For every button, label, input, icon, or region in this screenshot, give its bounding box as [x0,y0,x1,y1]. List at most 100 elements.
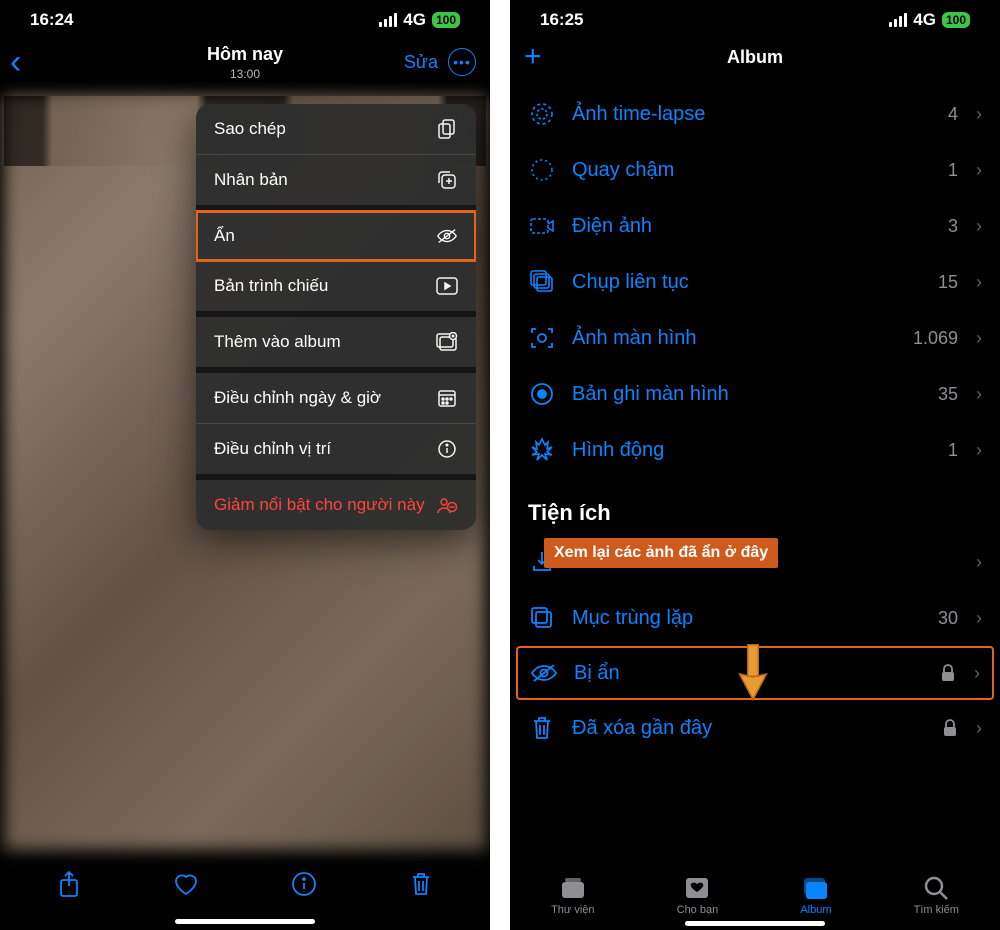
row-timelapse[interactable]: Ảnh time-lapse 4 › [510,86,1000,142]
network-label: 4G [403,10,426,30]
tab-label: Thư viện [551,904,594,916]
album-icon [801,875,831,901]
status-right: 4G 100 [379,10,460,30]
album-header: + Album [510,34,1000,80]
phone-left: 16:24 4G 100 ‹ Hôm nay 13:00 Sửa ••• Sao… [0,0,490,930]
nav-actions: Sửa ••• [404,48,476,76]
header-title: Album [727,47,783,68]
chevron-icon: › [976,718,982,739]
nav-header: ‹ Hôm nay 13:00 Sửa ••• [0,34,490,90]
copy-icon [436,118,458,140]
chevron-icon: › [976,384,982,405]
chevron-icon: › [976,328,982,349]
callout-tip: Xem lại các ảnh đã ẩn ở đây [544,538,778,568]
animated-icon [528,436,556,464]
chevron-icon: › [976,160,982,181]
menu-add-album[interactable]: Thêm vào album [196,317,476,373]
row-count: 3 [948,216,958,237]
menu-label: Ẩn [214,226,235,246]
status-bar: 16:25 4G 100 [510,0,1000,34]
menu-adjust-location[interactable]: Điều chỉnh vị trí [196,424,476,480]
menu-label: Điều chỉnh ngày & giờ [214,388,381,408]
tab-search[interactable]: Tìm kiếm [914,875,959,916]
trash-icon [528,714,556,742]
home-indicator[interactable] [175,919,315,924]
status-bar: 16:24 4G 100 [0,0,490,34]
menu-label: Sao chép [214,119,286,139]
signal-icon [379,13,397,27]
back-button[interactable]: ‹ [10,43,21,82]
row-label: Chụp liên tục [572,271,689,294]
context-menu: Sao chép Nhân bản Ẩn Bản trình chiếu Thê… [196,104,476,530]
row-animated[interactable]: Hình động 1 › [510,422,1000,478]
chevron-icon: › [976,104,982,125]
duplicate-icon [436,169,458,191]
lock-icon [942,718,958,738]
tab-label: Cho bạn [677,904,719,916]
tab-bar: Thư viện Cho bạn Album Tìm kiếm [510,869,1000,916]
chevron-icon: › [976,216,982,237]
chevron-icon: › [976,608,982,629]
annotation-arrow-icon [730,641,776,701]
calendar-icon [436,387,458,409]
row-slomo[interactable]: Quay chậm 1 › [510,142,1000,198]
status-time: 16:24 [30,10,73,30]
row-label: Ảnh màn hình [572,327,697,350]
row-screenrec[interactable]: Bản ghi màn hình 35 › [510,366,1000,422]
menu-copy[interactable]: Sao chép [196,104,476,155]
row-label: Điện ảnh [572,215,652,238]
row-label: Quay chậm [572,159,674,182]
row-count: 1 [948,440,958,461]
nav-subtitle: 13:00 [207,67,283,81]
cinematic-icon [528,212,556,240]
tab-foryou[interactable]: Cho bạn [677,875,719,916]
edit-button[interactable]: Sửa [404,52,438,73]
screenshot-icon [528,324,556,352]
signal-icon [889,13,907,27]
menu-feature-less[interactable]: Giảm nổi bật cho người này [196,480,476,530]
album-list[interactable]: Ảnh time-lapse 4 › Quay chậm 1 › Điện ản… [510,86,1000,852]
info-button[interactable] [282,862,326,906]
row-screenshot[interactable]: Ảnh màn hình 1.069 › [510,310,1000,366]
row-count: 4 [948,104,958,125]
row-label: Mục trùng lặp [572,607,693,630]
nav-title: Hôm nay 13:00 [207,44,283,81]
foryou-icon [682,875,712,901]
row-label: Hình động [572,439,664,462]
row-imports[interactable]: — - › Xem lại các ảnh đã ẩn ở đây [510,534,1000,590]
tab-library[interactable]: Thư viện [551,875,594,916]
menu-slideshow[interactable]: Bản trình chiếu [196,261,476,317]
share-button[interactable] [47,862,91,906]
more-button[interactable]: ••• [448,48,476,76]
row-cinematic[interactable]: Điện ảnh 3 › [510,198,1000,254]
library-icon [558,875,588,901]
home-indicator[interactable] [685,921,825,926]
duplicates-icon [528,604,556,632]
section-utilities: Tiện ích [510,478,1000,534]
row-burst[interactable]: Chụp liên tục 15 › [510,254,1000,310]
row-count: 15 [938,272,958,293]
row-label: Bị ẩn [574,662,620,685]
tab-label: Album [800,904,831,916]
hide-icon [436,225,458,247]
favorite-button[interactable] [164,862,208,906]
lock-icon [940,663,956,683]
row-count: 1.069 [913,328,958,349]
row-count: 30 [938,608,958,629]
chevron-icon: › [976,552,982,573]
tab-album[interactable]: Album [800,875,831,916]
menu-label: Điều chỉnh vị trí [214,439,331,459]
row-label: Ảnh time-lapse [572,103,705,126]
menu-duplicate[interactable]: Nhân bản [196,155,476,211]
menu-label: Nhân bản [214,170,288,190]
tab-label: Tìm kiếm [914,904,959,916]
row-deleted[interactable]: Đã xóa gần đây › [510,700,1000,756]
row-duplicates[interactable]: Mục trùng lặp 30 › [510,590,1000,646]
menu-hide[interactable]: Ẩn [196,210,476,262]
chevron-icon: › [976,272,982,293]
add-button[interactable]: + [524,40,542,74]
chevron-icon: › [976,440,982,461]
battery-icon: 100 [432,12,460,28]
delete-button[interactable] [399,862,443,906]
menu-adjust-datetime[interactable]: Điều chỉnh ngày & giờ [196,373,476,424]
